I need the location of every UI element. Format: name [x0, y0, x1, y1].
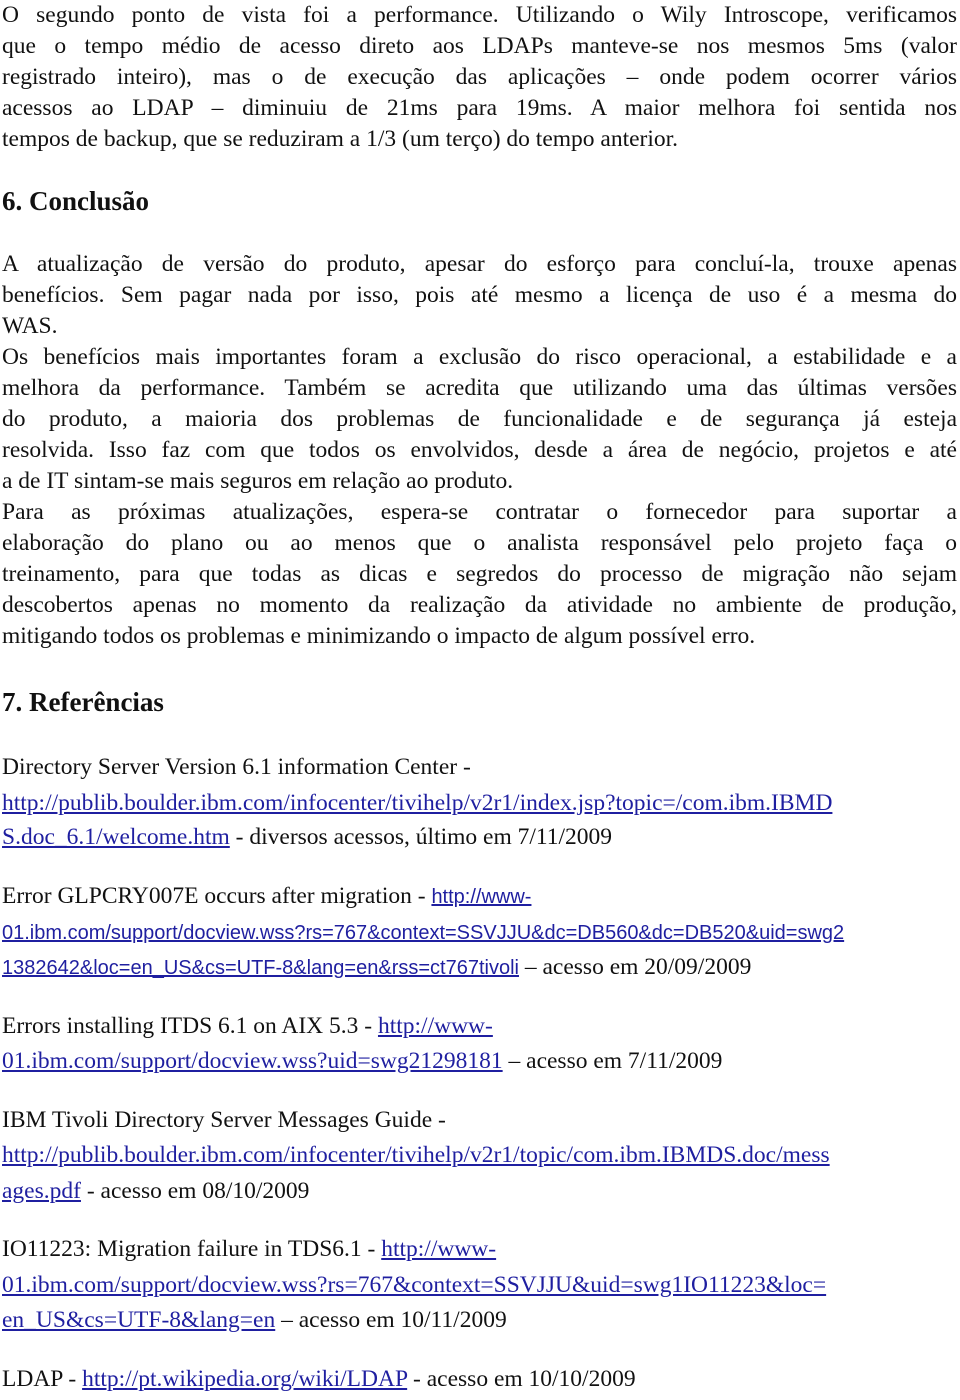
reference-access-date: - diversos acessos, último em 7/11/2009	[229, 824, 613, 850]
reference-link[interactable]: 1382642&loc=en_US&cs=UTF-8&lang=en&rss=c…	[2, 957, 519, 979]
paragraph-line: A atualização de versão do produto, apes…	[2, 251, 957, 277]
reference-access-date: - acesso em 08/10/2009	[80, 1178, 310, 1204]
reference-link[interactable]: S.doc_6.1/welcome.htm	[2, 824, 230, 850]
paragraph-line: tempos de backup, que se reduziram a 1/3…	[2, 126, 679, 152]
paragraph-line: descobertos apenas no momento da realiza…	[2, 592, 957, 618]
paragraph-line: resolvida. Isso faz com que todos os env…	[2, 437, 957, 463]
reference-access-date: – acesso em 7/11/2009	[502, 1048, 723, 1074]
reference-title: Error GLPCRY007E occurs after migration …	[2, 883, 432, 909]
reference-title: Errors installing ITDS 6.1 on AIX 5.3 -	[2, 1013, 378, 1039]
reference-title: IBM Tivoli Directory Server Messages Gui…	[2, 1107, 446, 1133]
paragraph-line: que o tempo médio de acesso direto aos L…	[2, 33, 957, 59]
reference-link[interactable]: ages.pdf	[2, 1178, 81, 1204]
reference-link[interactable]: http://www-	[378, 1013, 493, 1039]
reference-title: Directory Server Version 6.1 information…	[2, 754, 471, 780]
paragraph-line: registrado inteiro), mas o de execução d…	[2, 64, 957, 90]
reference-link[interactable]: http://publib.boulder.ibm.com/infocenter…	[2, 790, 832, 816]
paragraph-line: benefícios. Sem pagar nada por isso, poi…	[2, 282, 957, 308]
paragraph-line: a de IT sintam-se mais seguros em relaçã…	[2, 468, 514, 494]
reference-link[interactable]: 01.ibm.com/support/docview.wss?uid=swg21…	[2, 1048, 503, 1074]
paragraph-line: WAS.	[2, 313, 58, 339]
reference-access-date: – acesso em 20/09/2009	[518, 954, 752, 980]
paragraph-line: do produto, a maioria dos problemas de f…	[2, 406, 957, 432]
reference-access-date: – acesso em 10/11/2009	[275, 1307, 507, 1333]
reference-link[interactable]: http://www-	[431, 886, 531, 908]
paragraph-line: Para as próximas atualizações, espera-se…	[2, 499, 957, 525]
paragraph-line: acessos ao LDAP – diminuiu de 21ms para …	[2, 95, 957, 121]
paragraph-line: Os benefícios mais importantes foram a e…	[2, 344, 957, 370]
reference-title: IO11223: Migration failure in TDS6.1 -	[2, 1236, 382, 1262]
reference-link[interactable]: http://publib.boulder.ibm.com/infocenter…	[2, 1142, 830, 1168]
section-heading-referencias: 7. Referências	[2, 687, 164, 717]
paragraph-line: O segundo ponto de vista foi a performan…	[2, 2, 957, 28]
paragraph-line: mitigando todos os problemas e minimizan…	[2, 623, 756, 649]
reference-link[interactable]: 01.ibm.com/support/docview.wss?rs=767&co…	[2, 1272, 826, 1298]
reference-title: LDAP -	[2, 1366, 83, 1392]
reference-link[interactable]: en_US&cs=UTF-8&lang=en	[2, 1307, 275, 1333]
reference-link[interactable]: http://pt.wikipedia.org/wiki/LDAP	[82, 1366, 407, 1392]
paragraph-line: treinamento, para que todas as dicas e s…	[2, 561, 957, 587]
paragraph-line: melhora da performance. Também se acredi…	[2, 375, 957, 401]
reference-access-date: - acesso em 10/10/2009	[407, 1366, 636, 1392]
section-heading-conclusao: 6. Conclusão	[2, 186, 150, 216]
reference-link[interactable]: 01.ibm.com/support/docview.wss?rs=767&co…	[2, 922, 844, 944]
reference-link[interactable]: http://www-	[381, 1236, 496, 1262]
paragraph-line: elaboração do plano ou ao menos que o an…	[2, 530, 957, 556]
